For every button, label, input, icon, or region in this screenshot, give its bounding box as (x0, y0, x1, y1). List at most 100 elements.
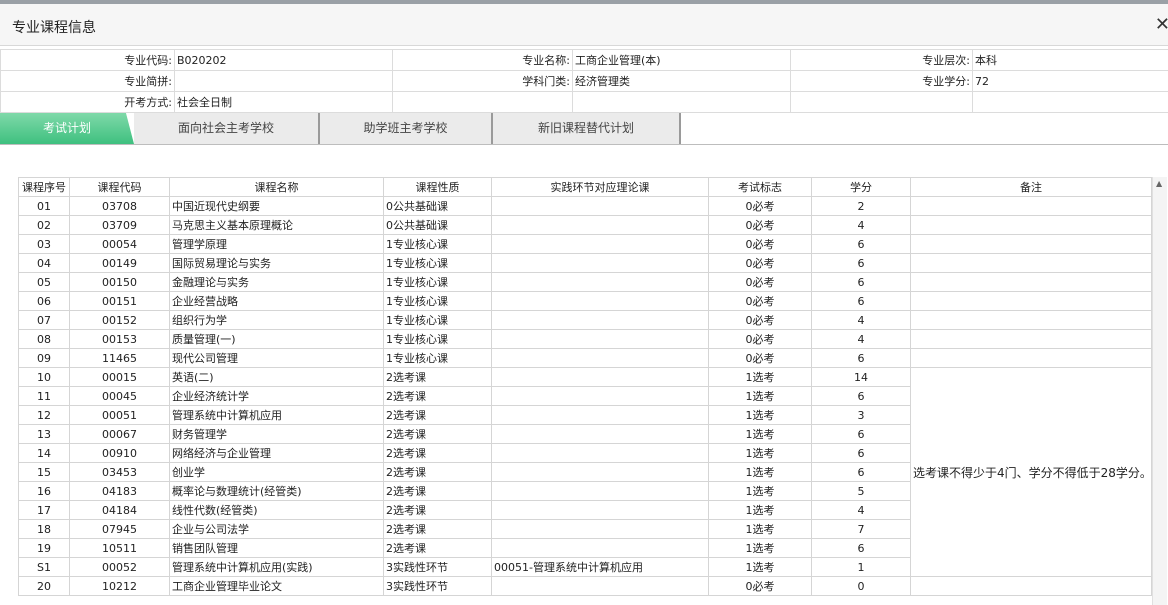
table-cell: 6 (811, 538, 911, 558)
major-level-label: 专业层次: (790, 49, 973, 71)
table-cell: 1专业核心课 (383, 329, 492, 349)
table-cell: 10212 (69, 576, 170, 596)
table-cell: 00910 (69, 443, 170, 463)
table-row[interactable]: 04 00149 国际贸易理论与实务 1专业核心课 0必考 6 (18, 253, 1152, 273)
table-row[interactable]: 03 00054 管理学原理 1专业核心课 0必考 6 (18, 234, 1152, 254)
table-cell: 2选考课 (383, 481, 492, 501)
major-code-label: 专业代码: (0, 49, 175, 71)
table-cell: 06 (18, 291, 70, 311)
tab-class-schools[interactable]: 助学班主考学校 (320, 113, 493, 144)
table-row[interactable]: 05 00150 金融理论与实务 1专业核心课 0必考 6 (18, 272, 1152, 292)
tab-social-schools[interactable]: 面向社会主考学校 (134, 113, 320, 144)
table-cell: 2选考课 (383, 538, 492, 558)
table-cell: 企业经营战略 (169, 291, 384, 311)
table-cell: 02 (18, 215, 70, 235)
table-row[interactable]: 01 03708 中国近现代史纲要 0公共基础课 0必考 2 (18, 196, 1152, 216)
table-cell: 03 (18, 234, 70, 254)
table-cell: 0必考 (708, 576, 812, 596)
table-cell: 2选考课 (383, 519, 492, 539)
major-abbr-value (174, 70, 393, 92)
table-cell: 2选考课 (383, 500, 492, 520)
table-header-row: 课程序号 课程代码 课程名称 课程性质 实践环节对应理论课 考试标志 学分 备注 (18, 177, 1152, 197)
table-cell: 2选考课 (383, 424, 492, 444)
table-cell: 财务管理学 (169, 424, 384, 444)
info-empty-cell (392, 91, 573, 113)
column-header[interactable]: 备注 (910, 177, 1152, 197)
tab-course-replacement[interactable]: 新旧课程替代计划 (493, 113, 681, 144)
table-cell (491, 405, 709, 425)
course-table: 课程序号 课程代码 课程名称 课程性质 实践环节对应理论课 考试标志 学分 备注… (18, 177, 1152, 596)
table-cell: 1专业核心课 (383, 310, 492, 330)
table-cell: 0 (811, 576, 911, 596)
table-cell: 03709 (69, 215, 170, 235)
vertical-scrollbar[interactable]: ▲ (1152, 177, 1167, 605)
major-name-label: 专业名称: (392, 49, 573, 71)
table-cell: 3实践性环节 (383, 576, 492, 596)
table-cell (491, 386, 709, 406)
table-cell-note (910, 272, 1152, 292)
table-cell: 05 (18, 272, 70, 292)
table-cell: 0公共基础课 (383, 215, 492, 235)
table-cell: 00152 (69, 310, 170, 330)
major-info-table: 专业代码: B020202 专业名称: 工商企业管理(本) 专业层次: 本科 专… (0, 49, 1168, 113)
table-cell: 组织行为学 (169, 310, 384, 330)
close-icon[interactable]: ✕ (1155, 14, 1168, 35)
table-cell (491, 234, 709, 254)
table-cell: 6 (811, 291, 911, 311)
table-cell: 2选考课 (383, 367, 492, 387)
table-cell: 1选考 (708, 481, 812, 501)
table-cell: 0必考 (708, 253, 812, 273)
table-cell (491, 348, 709, 368)
column-header[interactable]: 课程序号 (18, 177, 70, 197)
table-row[interactable]: 08 00153 质量管理(一) 1专业核心课 0必考 4 (18, 329, 1152, 349)
table-cell: 1选考 (708, 538, 812, 558)
table-row[interactable]: 09 11465 现代公司管理 1专业核心课 0必考 6 (18, 348, 1152, 368)
table-cell: S1 (18, 557, 70, 577)
table-cell: 1专业核心课 (383, 272, 492, 292)
scroll-up-icon[interactable]: ▲ (1156, 179, 1162, 188)
major-code-value: B020202 (174, 49, 393, 71)
table-cell: 线性代数(经管类) (169, 500, 384, 520)
table-cell: 04183 (69, 481, 170, 501)
table-row[interactable]: 10 00015 英语(二) 2选考课 1选考 14 选考课不得少于4门、学分不得低于28学… (18, 367, 1152, 577)
table-cell: 6 (811, 348, 911, 368)
table-cell: 1选考 (708, 424, 812, 444)
table-cell: 4 (811, 215, 911, 235)
table-cell: 08 (18, 329, 70, 349)
info-empty-cell (572, 91, 791, 113)
column-header[interactable]: 课程代码 (69, 177, 170, 197)
table-cell (491, 196, 709, 216)
table-cell: 00051-管理系统中计算机应用 (491, 557, 709, 577)
column-header[interactable]: 考试标志 (708, 177, 812, 197)
table-row[interactable]: 06 00151 企业经营战略 1专业核心课 0必考 6 (18, 291, 1152, 311)
table-cell: 18 (18, 519, 70, 539)
table-row[interactable]: 07 00152 组织行为学 1专业核心课 0必考 4 (18, 310, 1152, 330)
table-cell: 网络经济与企业管理 (169, 443, 384, 463)
table-cell: 00054 (69, 234, 170, 254)
table-row[interactable]: 02 03709 马克思主义基本原理概论 0公共基础课 0必考 4 (18, 215, 1152, 235)
table-cell: 0必考 (708, 234, 812, 254)
table-cell-note (910, 234, 1152, 254)
table-cell: 国际贸易理论与实务 (169, 253, 384, 273)
column-header[interactable]: 课程名称 (169, 177, 384, 197)
major-credits-label: 专业学分: (790, 70, 973, 92)
table-cell: 0必考 (708, 310, 812, 330)
table-body: 01 03708 中国近现代史纲要 0公共基础课 0必考 2 02 03709 马克思主义基本原… (18, 196, 1152, 596)
column-header[interactable]: 学分 (811, 177, 911, 197)
table-cell (491, 481, 709, 501)
table-cell: 1选考 (708, 367, 812, 387)
column-header[interactable]: 实践环节对应理论课 (491, 177, 709, 197)
table-cell: 00052 (69, 557, 170, 577)
table-cell: 3实践性环节 (383, 557, 492, 577)
table-cell: 质量管理(一) (169, 329, 384, 349)
table-row[interactable]: 20 10212 工商企业管理毕业论文 3实践性环节 0必考 0 (18, 576, 1152, 596)
table-cell: 金融理论与实务 (169, 272, 384, 292)
table-cell: 13 (18, 424, 70, 444)
major-credits-value: 72 (972, 70, 1168, 92)
table-cell: 1专业核心课 (383, 253, 492, 273)
major-level-value: 本科 (972, 49, 1168, 71)
tab-exam-plan[interactable]: 考试计划 (0, 113, 134, 144)
table-cell: 1选考 (708, 386, 812, 406)
table-cell: 中国近现代史纲要 (169, 196, 384, 216)
column-header[interactable]: 课程性质 (383, 177, 492, 197)
